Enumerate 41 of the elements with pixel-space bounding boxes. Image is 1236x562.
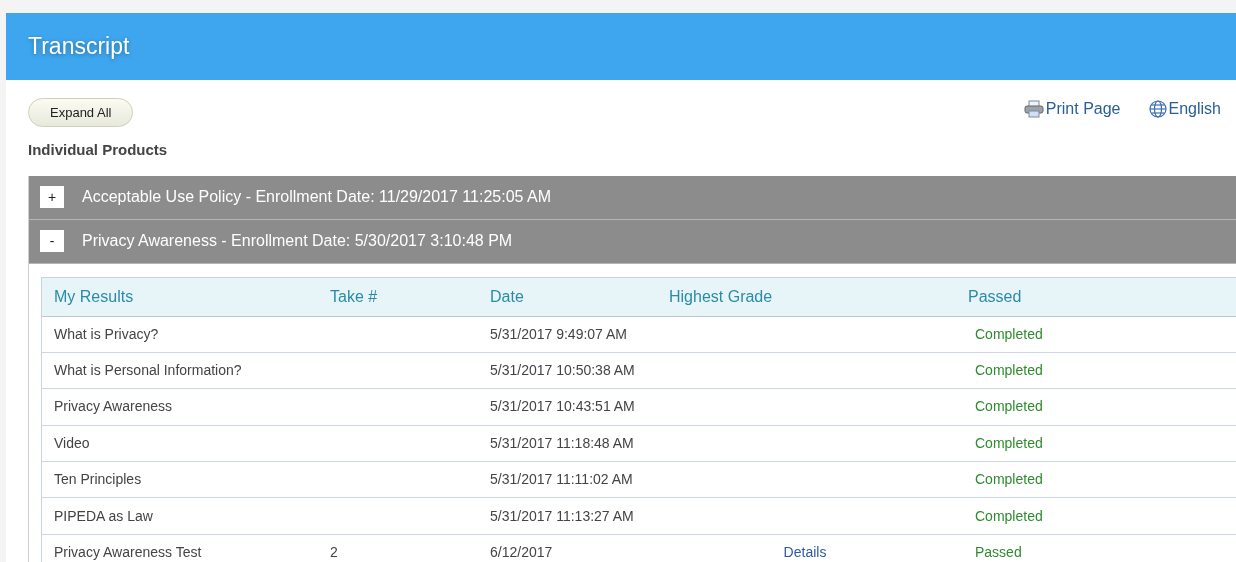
globe-icon xyxy=(1148,100,1167,118)
table-cell-text: 5/31/2017 9:49:07 AM xyxy=(489,324,628,344)
section-title: Individual Products xyxy=(28,140,169,160)
column-header: Highest Grade xyxy=(668,286,774,307)
status-text: Completed xyxy=(974,506,1044,526)
column-header: Passed xyxy=(967,286,1023,307)
status-text: Completed xyxy=(974,397,1044,417)
details-link[interactable]: Details xyxy=(783,544,827,561)
expand-all-button[interactable]: Expand All xyxy=(28,98,134,127)
table-cell-text: Video xyxy=(53,433,91,453)
table-cell-text: 5/31/2017 10:50:38 AM xyxy=(489,361,636,381)
toggle-button[interactable]: + xyxy=(40,186,64,208)
table-cell-text: What is Personal Information? xyxy=(53,361,243,381)
table-cell-text: 5/31/2017 10:43:51 AM xyxy=(489,397,636,417)
table-cell-text: Ten Principles xyxy=(53,470,143,490)
toggle-button[interactable]: - xyxy=(40,230,64,252)
print-page-link[interactable]: Print Page xyxy=(1023,97,1121,121)
table-cell-text: 5/31/2017 11:13:27 AM xyxy=(489,506,635,526)
table-cell-text: Privacy Awareness Test xyxy=(53,543,203,562)
column-header: Date xyxy=(489,286,525,307)
status-text: Completed xyxy=(974,324,1044,344)
table-cell: 2 xyxy=(330,544,338,561)
table-cell-text: Privacy Awareness xyxy=(53,397,173,417)
product-title: Acceptable Use Policy - Enrollment Date: 11/29/2017 11:25:05 AM xyxy=(82,187,551,207)
table-cell-text: 5/31/2017 11:18:48 AM xyxy=(489,433,635,453)
status-text: Passed xyxy=(974,543,1023,562)
status-text: Completed xyxy=(974,361,1044,381)
language-link[interactable]: English xyxy=(1148,97,1221,121)
table-cell-text: 6/12/2017 xyxy=(489,543,554,562)
status-text: Completed xyxy=(974,470,1044,490)
table-cell-text: What is Privacy? xyxy=(53,324,160,344)
column-header: My Results xyxy=(53,286,135,307)
product-title: Privacy Awareness - Enrollment Date: 5/30/2017 3:10:48 PM xyxy=(82,231,513,251)
product-row[interactable]: - Privacy Awareness - Enrollment Date: 5/30/2017 3:10:48 PM xyxy=(29,219,1236,264)
status-text: Completed xyxy=(974,433,1044,453)
column-header: Take # xyxy=(329,286,379,307)
product-row[interactable]: + Acceptable Use Policy - Enrollment Date: 11/29/2017 11:25:05 AM xyxy=(29,175,1236,220)
page-title: Transcript xyxy=(28,32,130,62)
table-cell-text: 5/31/2017 11:11:02 AM xyxy=(489,470,634,490)
printer-icon xyxy=(1023,100,1044,118)
table-cell-text: PIPEDA as Law xyxy=(53,506,154,526)
